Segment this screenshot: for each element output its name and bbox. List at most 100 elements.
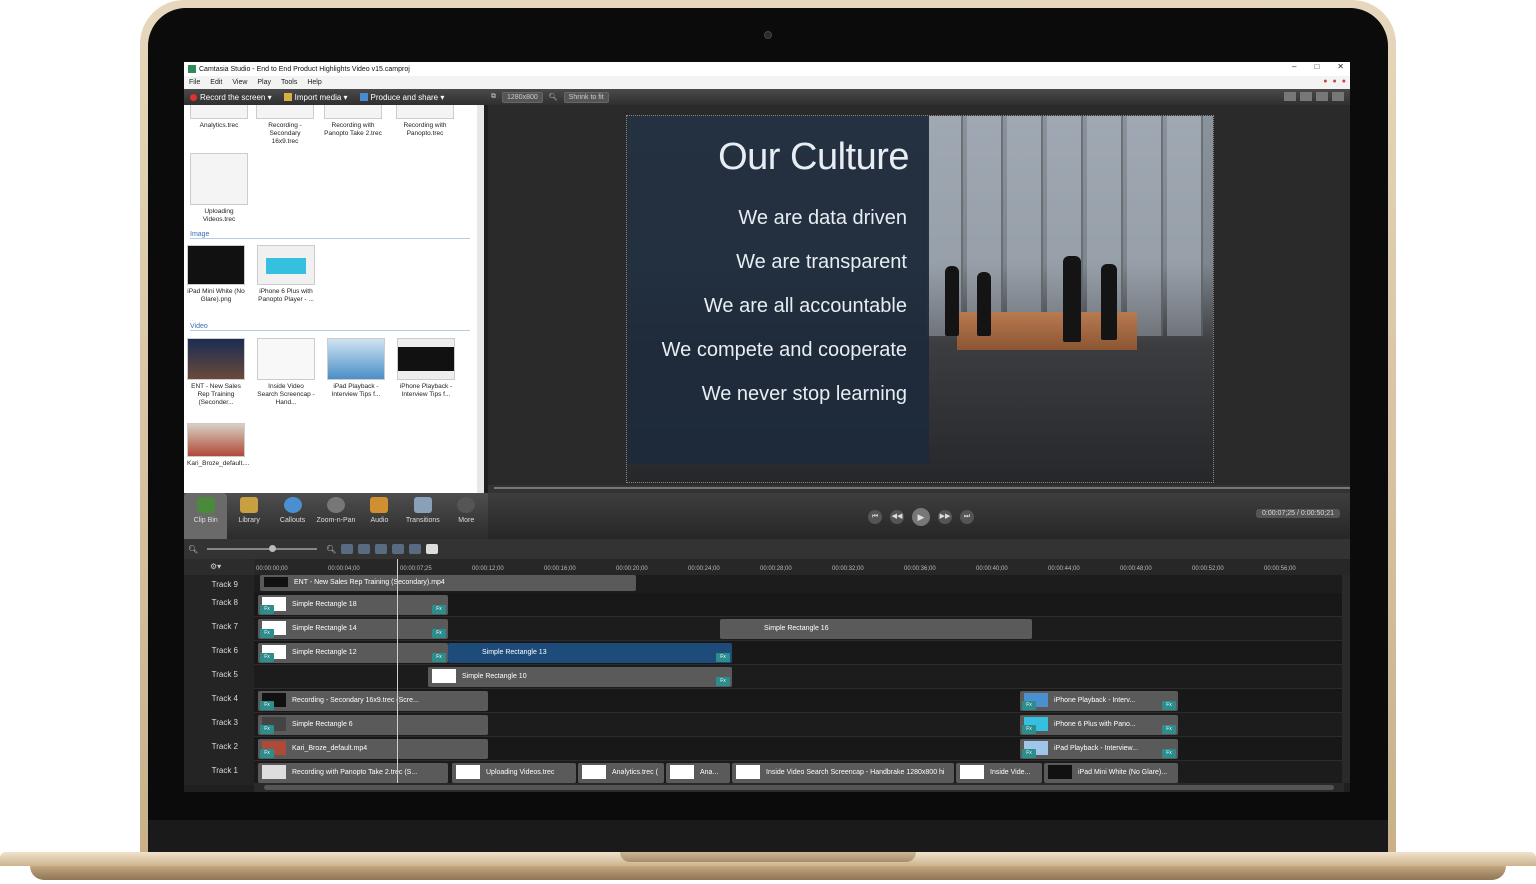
timeline-clip[interactable]: Uploading Videos.trec bbox=[452, 763, 576, 783]
timeline-clip[interactable]: Recording with Panopto Take 2.trec (S... bbox=[258, 763, 448, 783]
zoom-slider-knob[interactable] bbox=[269, 545, 277, 552]
fx-badge[interactable]: Fx bbox=[1022, 701, 1036, 710]
preview-canvas[interactable]: Our Culture We are data driven We are tr… bbox=[626, 115, 1214, 483]
clip-bin-item[interactable]: iPhone 6 Plus with Panopto Player - ... bbox=[257, 245, 315, 304]
minimize-icon[interactable]: – bbox=[1292, 62, 1296, 71]
tab-library[interactable]: Library bbox=[227, 493, 270, 539]
play-icon[interactable]: ▶ bbox=[912, 508, 930, 526]
zoom-dropdown[interactable]: Shrink to fit bbox=[563, 91, 609, 103]
timeline-clip[interactable]: Simple Rectangle 12 Fx Fx bbox=[258, 643, 448, 663]
timeline-vertical-scrollbar[interactable] bbox=[1342, 575, 1350, 783]
gear-icon[interactable]: ⚙▾ bbox=[210, 562, 221, 571]
fx-badge[interactable]: Fx bbox=[432, 653, 446, 662]
fx-badge[interactable]: Fx bbox=[1162, 725, 1176, 734]
fx-badge[interactable]: Fx bbox=[1022, 725, 1036, 734]
timeline-clip[interactable]: Simple Rectangle 10 Fx bbox=[428, 667, 732, 687]
clip-bin-item[interactable]: Uploading Videos.trec bbox=[190, 153, 248, 224]
clip-bin-scrollbar[interactable] bbox=[477, 105, 484, 493]
fx-badge[interactable]: Fx bbox=[260, 749, 274, 758]
clip-bin-item[interactable]: iPad Mini White (No Glare).png bbox=[187, 245, 245, 304]
timeline-clip[interactable]: Ana... bbox=[666, 763, 730, 783]
copy-icon[interactable] bbox=[409, 544, 422, 554]
timeline-ruler[interactable]: 00:00:00;00 00:00:04;00 00:00:07;25 00:00:1… bbox=[254, 559, 1350, 575]
help-icon[interactable]: ● bbox=[1342, 78, 1346, 85]
dimensions-dropdown[interactable]: 1280x800 bbox=[502, 91, 543, 103]
clip-bin-item[interactable]: Analytics.trec bbox=[190, 105, 248, 130]
cut-icon[interactable] bbox=[375, 544, 388, 554]
timeline-clip[interactable]: Simple Rectangle 14 Fx Fx bbox=[258, 619, 448, 639]
clip-bin-item[interactable]: Recording with Panopto Take 2.trec bbox=[324, 105, 382, 138]
undo-icon[interactable] bbox=[341, 544, 354, 554]
clip-bin-item[interactable]: iPad Playback - Interview Tips f... bbox=[327, 338, 385, 399]
fx-badge[interactable]: Fx bbox=[260, 629, 274, 638]
fx-badge[interactable]: Fx bbox=[716, 653, 730, 662]
fx-badge[interactable]: Fx bbox=[432, 605, 446, 614]
zoom-out-icon[interactable]: 🔍︎ bbox=[188, 545, 198, 554]
timeline-clip-selected[interactable]: Simple Rectangle 13 Fx bbox=[448, 643, 732, 663]
fullscreen-icon[interactable] bbox=[1316, 92, 1328, 101]
timeline-horizontal-scrollbar[interactable] bbox=[254, 783, 1344, 792]
record-screen-button[interactable]: Record the screen ▾ bbox=[184, 90, 278, 104]
fx-badge[interactable]: Fx bbox=[1162, 701, 1176, 710]
timeline-clip[interactable]: iPhone 6 Plus with Pano... Fx Fx bbox=[1020, 715, 1178, 735]
timeline-clip[interactable]: iPhone Playback - Interv... Fx Fx bbox=[1020, 691, 1178, 711]
menu-view[interactable]: View bbox=[232, 79, 247, 86]
timeline-clip[interactable]: Recording - Secondary 16x9.trec (Scre...… bbox=[258, 691, 488, 711]
produce-share-button[interactable]: Produce and share ▾ bbox=[354, 90, 451, 104]
timeline-clip[interactable]: Kari_Broze_default.mp4 Fx bbox=[258, 739, 488, 759]
timeline-clip[interactable]: Inside Vide... bbox=[956, 763, 1042, 783]
tab-callouts[interactable]: Callouts bbox=[271, 493, 314, 539]
fx-badge[interactable]: Fx bbox=[260, 701, 274, 710]
settings-icon[interactable] bbox=[1300, 92, 1312, 101]
fx-badge[interactable]: Fx bbox=[260, 653, 274, 662]
rewind-icon[interactable]: ◀◀ bbox=[890, 510, 904, 524]
tab-audio[interactable]: Audio bbox=[358, 493, 401, 539]
tab-transitions[interactable]: Transitions bbox=[401, 493, 444, 539]
timeline-clip[interactable]: iPad Mini White (No Glare)... bbox=[1044, 763, 1178, 783]
close-icon[interactable]: ✕ bbox=[1337, 62, 1344, 71]
clip-bin-item[interactable]: Recording - Secondary 16x9.trec bbox=[256, 105, 314, 146]
skip-back-icon[interactable]: ⏮ bbox=[868, 510, 882, 524]
timeline-clip[interactable]: Simple Rectangle 16 bbox=[720, 619, 1032, 639]
split-icon[interactable] bbox=[392, 544, 405, 554]
clip-bin-item[interactable]: Recording with Panopto.trec bbox=[396, 105, 454, 138]
menu-edit[interactable]: Edit bbox=[210, 79, 222, 86]
menu-file[interactable]: File bbox=[189, 79, 200, 86]
menu-help[interactable]: Help bbox=[307, 79, 321, 86]
timeline-settings[interactable]: ⚙▾ bbox=[184, 559, 254, 575]
maximize-icon[interactable]: □ bbox=[1314, 62, 1319, 71]
timeline-clip[interactable]: Inside Video Search Screencap - Handbrak… bbox=[732, 763, 954, 783]
tab-zoom-n-pan[interactable]: Zoom-n-Pan bbox=[314, 493, 357, 539]
view-mode-icon[interactable] bbox=[1284, 92, 1296, 101]
scrollbar-thumb[interactable] bbox=[264, 785, 1334, 790]
redo-icon[interactable] bbox=[358, 544, 371, 554]
fx-badge[interactable]: Fx bbox=[1022, 749, 1036, 758]
skip-forward-icon[interactable]: ⏭ bbox=[960, 510, 974, 524]
bulb-icon[interactable]: ● bbox=[1333, 78, 1337, 85]
fx-badge[interactable]: Fx bbox=[260, 605, 274, 614]
preview-scrubber[interactable] bbox=[488, 485, 1350, 493]
detach-icon[interactable] bbox=[1332, 92, 1344, 101]
menu-tools[interactable]: Tools bbox=[281, 79, 297, 86]
clip-bin-item[interactable]: Inside Video Search Screencap - Hand... bbox=[257, 338, 315, 407]
clip-bin-item[interactable]: ENT - New Sales Rep Training (Seconder..… bbox=[187, 338, 245, 407]
timeline-zoom-slider[interactable] bbox=[207, 545, 318, 552]
menu-play[interactable]: Play bbox=[257, 79, 271, 86]
timeline-clip[interactable]: iPad Playback - Interview... Fx Fx bbox=[1020, 739, 1178, 759]
clip-bin-item[interactable]: Kari_Broze_default.... bbox=[187, 423, 250, 468]
crop-icon[interactable]: ⧉ bbox=[491, 93, 496, 101]
zoom-in-icon[interactable]: 🔍︎ bbox=[326, 545, 336, 554]
tab-more[interactable]: More bbox=[445, 493, 488, 539]
import-media-button[interactable]: Import media ▾ bbox=[278, 90, 354, 104]
timeline-clip[interactable]: Simple Rectangle 18 Fx Fx bbox=[258, 595, 448, 615]
timeline-clip[interactable]: ENT - New Sales Rep Training (Secondary)… bbox=[260, 575, 636, 591]
fx-badge[interactable]: Fx bbox=[1162, 749, 1176, 758]
zoom-search-icon[interactable]: 🔍︎ bbox=[549, 93, 558, 101]
playhead[interactable] bbox=[397, 559, 398, 783]
clip-bin-item[interactable]: iPhone Playback - Interview Tips f... bbox=[397, 338, 455, 399]
timeline-clip[interactable]: Simple Rectangle 6 Fx bbox=[258, 715, 488, 735]
fast-forward-icon[interactable]: ▶▶ bbox=[938, 510, 952, 524]
tab-clip-bin[interactable]: Clip Bin bbox=[184, 493, 228, 539]
timeline-clip[interactable]: Analytics.trec ( bbox=[578, 763, 664, 783]
paste-icon[interactable] bbox=[426, 544, 439, 554]
